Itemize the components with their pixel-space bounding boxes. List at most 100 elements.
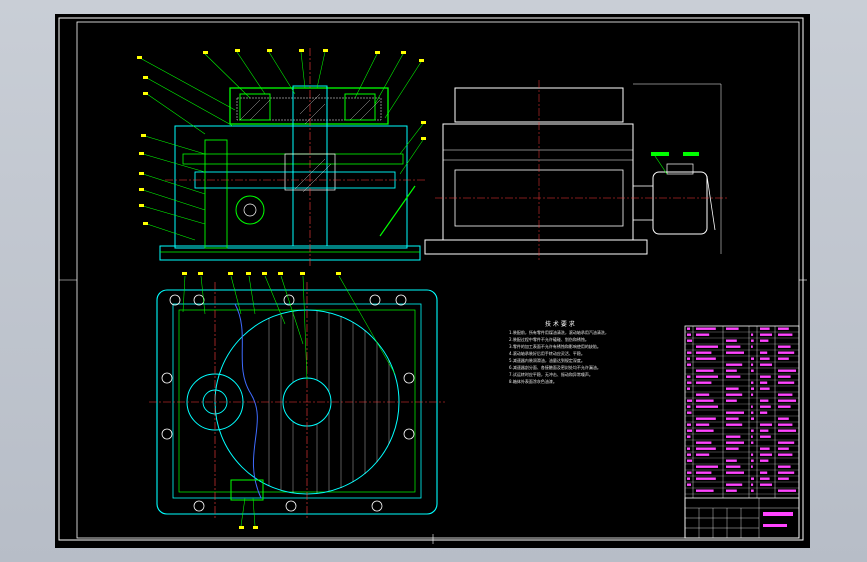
cad-viewport[interactable]: 技 术 要 求 1.装配前，所有零件用煤油清洗，滚动轴承用汽油清洗， 2.装配过… bbox=[55, 14, 810, 548]
parts-entry-mark bbox=[687, 339, 692, 342]
side-base bbox=[424, 239, 648, 255]
parts-entry-mark bbox=[760, 411, 768, 414]
motor-label-2 bbox=[683, 152, 699, 156]
parts-entry-mark bbox=[687, 405, 691, 408]
parts-entry-mark bbox=[760, 429, 769, 432]
parts-entry-mark bbox=[760, 363, 772, 366]
balloon-marks-front bbox=[137, 49, 426, 225]
cad-drawing[interactable]: 技 术 要 求 1.装配前，所有零件用煤油清洗，滚动轴承用汽油清洗， 2.装配过… bbox=[55, 14, 810, 548]
parts-entry-mark bbox=[687, 477, 690, 480]
parts-entry-mark bbox=[778, 393, 793, 396]
parts-entry-mark bbox=[751, 465, 753, 468]
parts-entry-mark bbox=[726, 471, 744, 474]
motor-leader-1 bbox=[654, 155, 668, 175]
parts-entry-mark bbox=[726, 459, 737, 462]
parts-entry-mark bbox=[751, 357, 754, 360]
parts-list[interactable] bbox=[684, 325, 800, 539]
parts-entry-mark bbox=[778, 423, 793, 426]
plan-view[interactable] bbox=[149, 272, 445, 529]
parts-entry-mark bbox=[751, 429, 754, 432]
parts-entry-mark bbox=[751, 489, 754, 492]
break-line bbox=[234, 303, 262, 499]
parts-entry-mark bbox=[778, 405, 791, 408]
title-block-grid bbox=[685, 498, 799, 538]
parts-entry-mark bbox=[751, 417, 754, 420]
parts-entry-mark bbox=[778, 351, 795, 354]
motor-cap bbox=[706, 175, 716, 231]
parts-entry-mark bbox=[687, 447, 690, 450]
parts-entry-mark bbox=[760, 453, 772, 456]
parts-entry-mark bbox=[696, 465, 718, 468]
top-cover bbox=[229, 87, 389, 125]
technical-notes: 技 术 要 求 1.装配前，所有零件用煤油清洗，滚动轴承用汽油清洗， 2.装配过… bbox=[509, 320, 609, 384]
front-section-view[interactable] bbox=[137, 48, 426, 266]
parts-entry-mark bbox=[726, 465, 741, 468]
parts-entry-mark bbox=[687, 483, 691, 486]
parts-entry-mark bbox=[696, 381, 712, 384]
parts-entry-mark bbox=[760, 339, 769, 342]
leader-lines-front bbox=[139, 51, 424, 241]
parts-entry-mark bbox=[726, 345, 741, 348]
parts-entry-mark bbox=[687, 471, 692, 474]
parts-entry-mark bbox=[696, 441, 712, 444]
parts-entry-mark bbox=[726, 441, 744, 444]
parts-entry-mark bbox=[726, 399, 737, 402]
parts-entry-mark bbox=[751, 387, 754, 390]
side-view[interactable] bbox=[424, 80, 729, 260]
parts-entry-mark bbox=[760, 459, 769, 462]
parts-entry-mark bbox=[751, 339, 754, 342]
parts-entry-mark bbox=[696, 477, 716, 480]
motor-body bbox=[652, 171, 708, 235]
parts-entry-mark bbox=[687, 429, 692, 432]
parts-entry-mark bbox=[726, 351, 744, 354]
parts-entry-mark bbox=[751, 333, 754, 336]
parts-entry-mark bbox=[687, 387, 690, 390]
parts-entry-mark bbox=[696, 423, 710, 426]
parts-entry-mark bbox=[760, 471, 768, 474]
parts-entry-mark bbox=[760, 351, 768, 354]
parts-entry-mark bbox=[696, 429, 714, 432]
tech-note-line-7: 7.试运转时应平稳，无冲击、振动和异常噪声。 bbox=[509, 371, 593, 377]
parts-entry-mark bbox=[778, 489, 796, 492]
parts-entry-mark bbox=[696, 369, 714, 372]
parts-entry-mark bbox=[687, 327, 690, 330]
tech-note-line-4: 4.滚动轴承装好后用手转动应灵活、平稳。 bbox=[509, 350, 585, 356]
parts-entry-mark bbox=[751, 477, 754, 480]
parts-entry-mark bbox=[726, 489, 737, 492]
parts-entry-mark bbox=[687, 375, 691, 378]
parts-entry-mark bbox=[696, 489, 714, 492]
parts-entry-mark bbox=[751, 393, 754, 396]
parts-entry-mark bbox=[778, 471, 795, 474]
parts-entry-mark bbox=[778, 453, 793, 456]
parts-entry-mark bbox=[687, 411, 692, 414]
parts-entry-mark bbox=[726, 417, 739, 420]
parts-entry-mark bbox=[687, 381, 692, 384]
parts-entry-mark bbox=[696, 375, 718, 378]
title-block-drawing-no bbox=[763, 524, 787, 527]
parts-entry-mark bbox=[696, 327, 716, 330]
parts-entry-mark bbox=[696, 417, 716, 420]
parts-entry-mark bbox=[760, 477, 770, 480]
parts-list-entries bbox=[687, 327, 796, 492]
parts-entry-mark bbox=[696, 351, 712, 354]
parts-entry-mark bbox=[687, 423, 691, 426]
parts-entry-mark bbox=[696, 357, 716, 360]
parts-entry-mark bbox=[751, 453, 754, 456]
parts-entry-mark bbox=[778, 375, 791, 378]
housing-body bbox=[174, 125, 408, 249]
parts-entry-mark bbox=[760, 447, 770, 450]
parts-entry-mark bbox=[726, 423, 743, 426]
worm-circle bbox=[235, 195, 265, 225]
parts-entry-mark bbox=[778, 465, 791, 468]
parts-entry-mark bbox=[687, 453, 691, 456]
parts-entry-mark bbox=[778, 417, 789, 420]
parts-entry-mark bbox=[726, 447, 739, 450]
side-dimension bbox=[633, 83, 722, 254]
parts-entry-mark bbox=[778, 477, 789, 480]
parts-entry-mark bbox=[751, 345, 753, 348]
parts-entry-mark bbox=[778, 381, 795, 384]
parts-entry-mark bbox=[751, 435, 753, 438]
parts-entry-mark bbox=[687, 357, 690, 360]
parts-entry-mark bbox=[726, 483, 743, 486]
parts-entry-mark bbox=[726, 435, 741, 438]
